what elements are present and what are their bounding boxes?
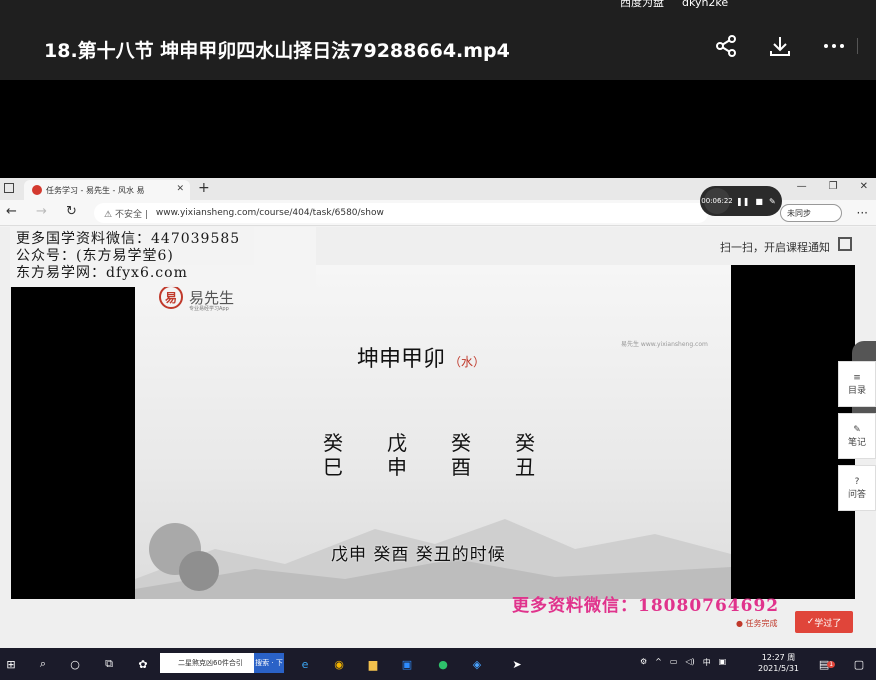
- task-view-icon[interactable]: ⧉: [100, 655, 118, 673]
- black-bar-left: [11, 287, 135, 599]
- wechat-icon[interactable]: ●: [434, 655, 452, 673]
- pause-icon[interactable]: ❚❚: [736, 197, 749, 206]
- folder-icon[interactable]: ▆: [364, 655, 382, 673]
- minimize-button[interactable]: —: [797, 181, 807, 192]
- page-content: 扫一扫，开启课程通知 易 易先生 专业易经学习App 易先生 www.yixia…: [0, 227, 876, 648]
- tab-title: 任务学习 - 易先生 - 风水 易: [46, 185, 145, 195]
- ime-indicator[interactable]: 中: [703, 657, 711, 668]
- divider: [857, 38, 858, 54]
- black-bar-right: [731, 265, 855, 599]
- menu-icon: ≡: [853, 372, 861, 383]
- note-icon: ✎: [853, 424, 861, 435]
- pillar: 癸酉: [451, 431, 471, 479]
- pen-icon[interactable]: ✎: [769, 197, 776, 206]
- pillar: 癸巳: [323, 431, 343, 479]
- notes-button[interactable]: ✎ 笔记: [838, 413, 876, 459]
- network-icon[interactable]: ▭: [670, 657, 678, 668]
- brand-logo: 易 易先生 专业易经学习App: [159, 285, 234, 312]
- catalog-button[interactable]: ≡ 目录: [838, 361, 876, 407]
- taskbar: ⊞ ⌕ ○ ⧉ ✿ 二星煞克凶60件合引 搜索 · 下 e ◉ ▆ ▣ ● ◈ …: [0, 648, 876, 680]
- back-icon[interactable]: ←: [6, 204, 17, 219]
- action-center-icon[interactable]: ▢: [850, 655, 868, 673]
- scan-notice[interactable]: 扫一扫，开启课程通知: [720, 239, 830, 255]
- pillar: 戊申: [387, 431, 407, 479]
- chrome-icon[interactable]: ◉: [330, 655, 348, 673]
- stop-icon[interactable]: ■: [755, 197, 763, 206]
- seal-icon: 易: [159, 285, 183, 309]
- tab-actions-icon[interactable]: [4, 183, 14, 193]
- slide-title: 坤申甲卯 （水）: [357, 347, 486, 372]
- wechat-ad: 更多资料微信：18080764692: [512, 596, 780, 616]
- clock-time: 12:27 周: [761, 653, 796, 662]
- chevron-up-icon[interactable]: ^: [655, 657, 662, 668]
- ad-line: 东方易学网：dfyx6.com: [16, 265, 188, 281]
- search-go-button[interactable]: 搜索 · 下: [254, 653, 284, 673]
- recorder-time: 00:06:22: [701, 188, 733, 214]
- screen-recorder[interactable]: 00:06:22 ❚❚ ■ ✎: [700, 186, 782, 216]
- download-icon[interactable]: [766, 32, 794, 60]
- more-icon[interactable]: [820, 32, 848, 60]
- screen: 西度为盘 dkyh2ke 18.第十八节 坤申甲卯四水山择日法79288664.…: [0, 0, 876, 680]
- ganzhi-pillars: 癸巳 戊申 癸酉 癸丑: [323, 431, 535, 479]
- learned-button[interactable]: ✓ 学过了: [795, 611, 853, 633]
- top-cut-text: 西度为盘 dkyh2ke: [620, 0, 729, 9]
- notification-icon[interactable]: ▤ 1: [818, 655, 836, 673]
- question-icon: ?: [854, 476, 860, 487]
- mountain-landscape: [135, 519, 731, 599]
- url-field[interactable]: ⚠ 不安全 | www.yixiansheng.com/course/404/t…: [94, 203, 708, 223]
- video-meeting-icon[interactable]: ▣: [398, 655, 416, 673]
- ad-line: 公众号：(东方易学堂6): [16, 248, 174, 264]
- share-icon[interactable]: [712, 32, 740, 60]
- qr-icon[interactable]: [838, 237, 852, 251]
- watermark-ad: 更多国学资料微信：447039585 公众号：(东方易学堂6) 东方易学网：df…: [10, 227, 316, 287]
- url-text: www.yixiansheng.com/course/404/task/6580…: [155, 208, 384, 218]
- player-toolbar: [712, 32, 848, 60]
- video-caption: 戊申 癸酉 癸丑的时候: [331, 545, 506, 565]
- sync-button[interactable]: 未同步: [780, 204, 842, 222]
- search-icon[interactable]: ⌕: [34, 655, 52, 673]
- tab-close-icon[interactable]: ✕: [176, 184, 184, 194]
- browser-menu-icon[interactable]: ···: [857, 206, 868, 220]
- new-tab-button[interactable]: +: [198, 180, 210, 196]
- refresh-icon[interactable]: ↻: [66, 204, 77, 219]
- ad-line: 更多国学资料微信：447039585: [16, 231, 241, 247]
- volume-icon[interactable]: ◁): [685, 657, 694, 668]
- video-area[interactable]: 易 易先生 专业易经学习App 易先生 www.yixiansheng.com …: [11, 265, 855, 599]
- window-controls: — ❐ ✕: [797, 181, 868, 192]
- task-status: ● 任务完成: [736, 619, 778, 628]
- lecture-slide: 易 易先生 专业易经学习App 易先生 www.yixiansheng.com …: [135, 265, 731, 599]
- system-tray: ⚙ ^ ▭ ◁) 中 ▣: [640, 657, 726, 668]
- edge-icon[interactable]: e: [296, 655, 314, 673]
- clock[interactable]: 12:27 周 2021/5/31: [758, 652, 799, 674]
- logo-subtitle: 专业易经学习App: [189, 306, 229, 312]
- cortana-icon[interactable]: ○: [66, 655, 84, 673]
- app-icon[interactable]: ✿: [134, 655, 152, 673]
- video-title: 18.第十八节 坤申甲卯四水山择日法79288664.mp4: [44, 40, 510, 62]
- browser-window: 任务学习 - 易先生 - 风水 易 ✕ + — ❐ ✕ ← → ↻ ⚠ 不安全 …: [0, 178, 876, 648]
- side-tools: ≡ 目录 ✎ 笔记 ? 问答: [838, 361, 876, 517]
- clock-date: 2021/5/31: [758, 664, 800, 673]
- slide-watermark: 易先生 www.yixiansheng.com: [621, 341, 708, 348]
- pillar: 癸丑: [515, 431, 535, 479]
- cursor-icon: ➤: [512, 657, 522, 671]
- tray-app-icon[interactable]: ▣: [719, 657, 727, 668]
- close-window-button[interactable]: ✕: [860, 181, 868, 192]
- app-icon-2[interactable]: ◈: [468, 655, 486, 673]
- browser-tab[interactable]: 任务学习 - 易先生 - 风水 易 ✕: [24, 180, 190, 200]
- player-header: 西度为盘 dkyh2ke 18.第十八节 坤申甲卯四水山择日法79288664.…: [0, 0, 876, 80]
- windows-start-icon[interactable]: ⊞: [2, 655, 20, 673]
- site-favicon-icon: [32, 185, 42, 195]
- tray-icon[interactable]: ⚙: [640, 657, 647, 668]
- maximize-button[interactable]: ❐: [829, 181, 838, 192]
- taskbar-search-field[interactable]: 二星煞克凶60件合引 搜索 · 下: [160, 653, 284, 673]
- insecure-label: ⚠ 不安全 |: [104, 209, 148, 220]
- qa-button[interactable]: ? 问答: [838, 465, 876, 511]
- forward-icon[interactable]: →: [36, 204, 47, 219]
